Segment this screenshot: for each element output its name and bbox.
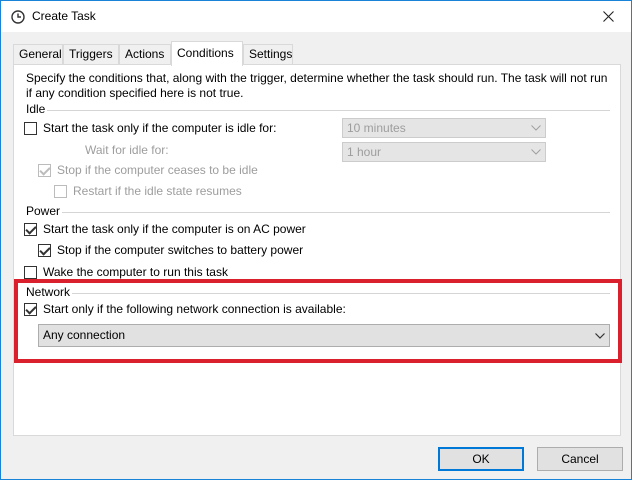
idle-duration-value: 10 minutes (347, 121, 406, 135)
power-group-divider (26, 212, 610, 213)
wait-for-idle-label: Wait for idle for: (85, 143, 169, 157)
ac-power-checkbox[interactable] (24, 222, 37, 236)
stop-on-battery-label: Stop if the computer switches to battery… (57, 243, 304, 257)
start-if-idle-label: Start the task only if the computer is i… (43, 121, 277, 135)
start-if-idle-checkbox[interactable] (24, 121, 37, 135)
network-condition-label: Start only if the following network conn… (43, 302, 346, 316)
ac-power-option[interactable]: Start the task only if the computer is o… (24, 221, 306, 237)
network-condition-checkbox[interactable] (24, 302, 37, 316)
tab-settings[interactable]: Settings (243, 44, 293, 65)
idle-group-divider (26, 110, 610, 111)
clock-icon (11, 10, 25, 24)
network-group-divider (26, 293, 610, 294)
restart-if-idle-resumes-label: Restart if the idle state resumes (73, 184, 242, 198)
tab-triggers[interactable]: Triggers (63, 44, 119, 65)
conditions-panel: Specify the conditions that, along with … (13, 64, 621, 436)
idle-group-label: Idle (26, 102, 48, 116)
chevron-down-icon (527, 119, 545, 137)
restart-if-idle-resumes-checkbox[interactable] (54, 184, 67, 198)
stop-on-battery-option[interactable]: Stop if the computer switches to battery… (38, 242, 303, 258)
close-button[interactable] (585, 1, 631, 32)
ac-power-label: Start the task only if the computer is o… (43, 222, 306, 236)
stop-if-not-idle-label: Stop if the computer ceases to be idle (57, 163, 258, 177)
network-condition-option[interactable]: Start only if the following network conn… (24, 301, 346, 317)
chevron-down-icon (527, 143, 545, 161)
idle-duration-dropdown[interactable]: 10 minutes (342, 118, 546, 138)
wake-computer-label: Wake the computer to run this task (43, 265, 228, 279)
wait-for-idle-value: 1 hour (347, 145, 382, 159)
close-icon (602, 11, 614, 22)
start-if-idle-option[interactable]: Start the task only if the computer is i… (24, 120, 276, 136)
chevron-down-icon (591, 325, 609, 346)
wake-computer-option[interactable]: Wake the computer to run this task (24, 264, 228, 280)
title-bar: Create Task (1, 1, 631, 32)
stop-if-not-idle-checkbox[interactable] (38, 163, 51, 177)
network-connection-dropdown[interactable]: Any connection (38, 324, 610, 347)
tab-conditions[interactable]: Conditions (171, 41, 243, 66)
wake-computer-checkbox[interactable] (24, 265, 37, 279)
tab-actions[interactable]: Actions (119, 44, 171, 65)
network-connection-value: Any connection (43, 328, 126, 342)
tab-strip: General Triggers Actions Conditions Sett… (13, 41, 623, 66)
stop-if-not-idle-option[interactable]: Stop if the computer ceases to be idle (38, 162, 258, 178)
cancel-button[interactable]: Cancel (537, 447, 623, 471)
conditions-description: Specify the conditions that, along with … (26, 71, 608, 100)
stop-on-battery-checkbox[interactable] (38, 243, 51, 257)
network-group-label: Network (26, 285, 73, 299)
restart-if-idle-resumes-option[interactable]: Restart if the idle state resumes (54, 183, 242, 199)
wait-for-idle-dropdown[interactable]: 1 hour (342, 142, 546, 162)
tab-general[interactable]: General (13, 44, 63, 65)
power-group-label: Power (26, 204, 63, 218)
ok-button[interactable]: OK (438, 447, 524, 471)
create-task-window: Create Task General Triggers Actions Con… (0, 0, 632, 480)
window-title: Create Task (32, 9, 96, 23)
